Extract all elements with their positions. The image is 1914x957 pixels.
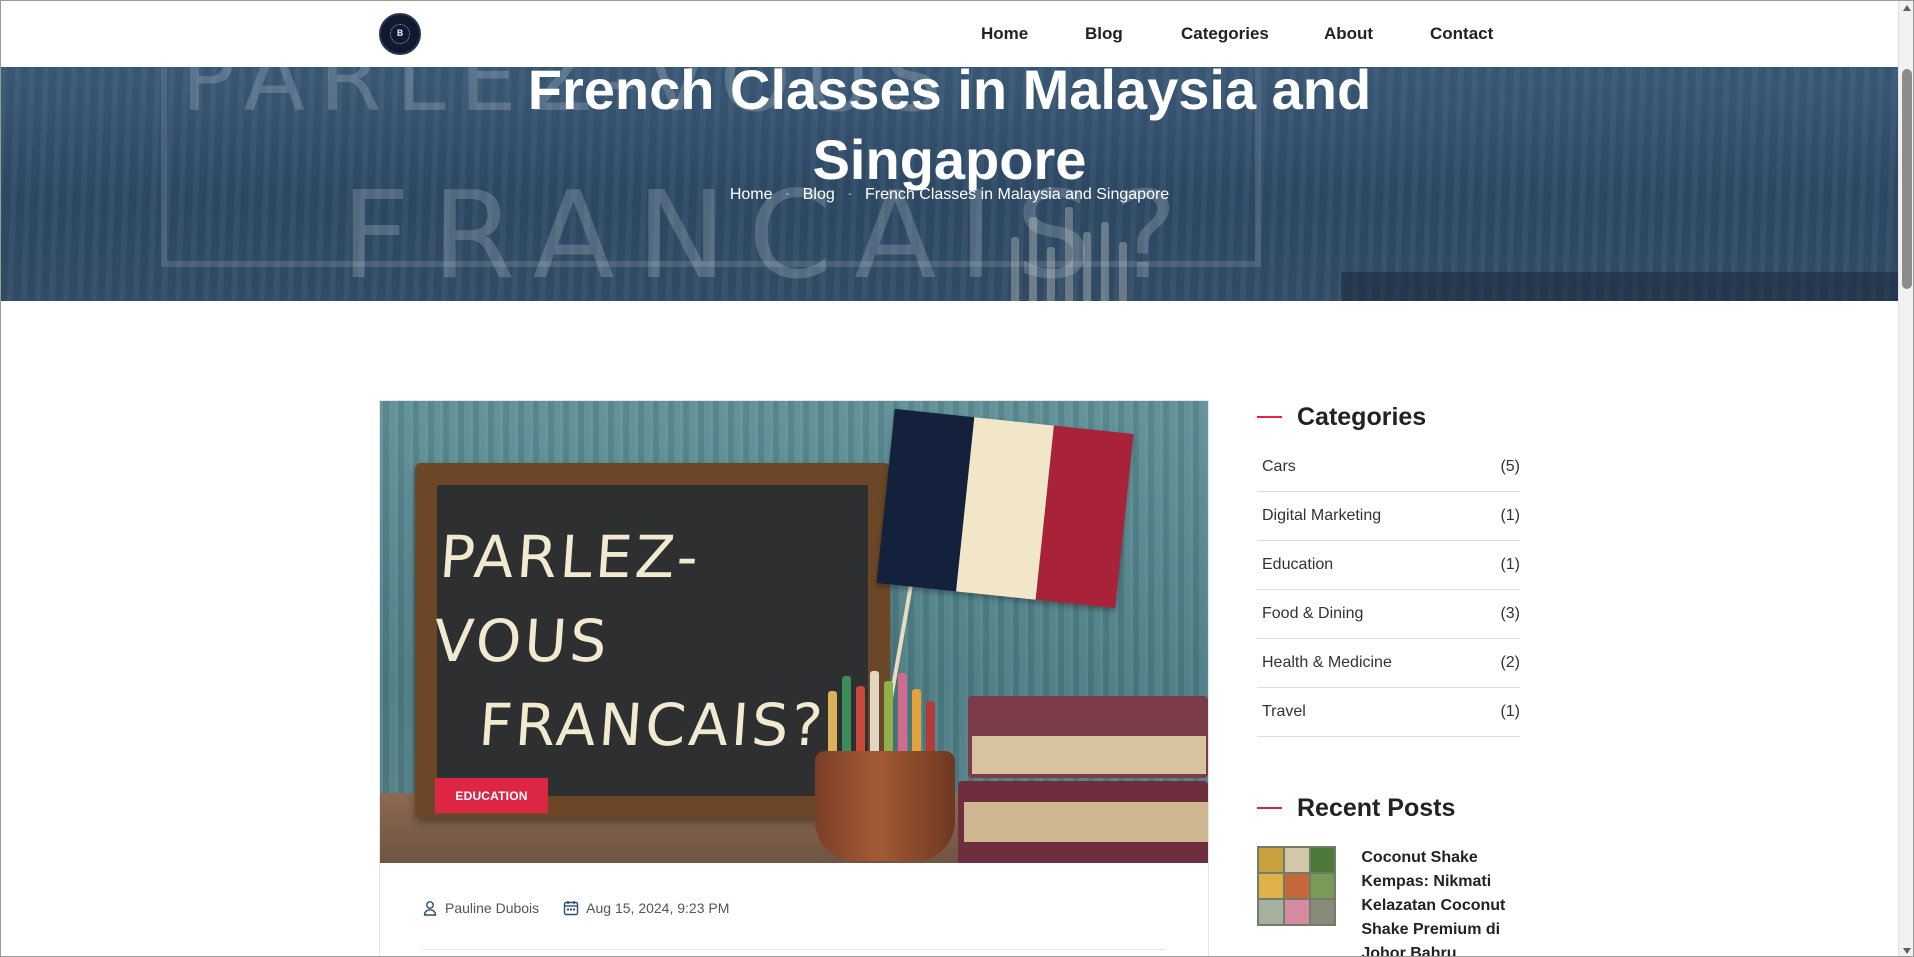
- category-item-education[interactable]: Education (1): [1257, 541, 1520, 590]
- image-chalkboard-surface: PARLEZ-VOUS FRANCAIS?: [432, 485, 868, 796]
- breadcrumb: Home - Blog - French Classes in Malaysia…: [1, 186, 1898, 204]
- recent-posts-heading: Recent Posts: [1297, 793, 1456, 822]
- breadcrumb-home-link[interactable]: Home: [730, 186, 773, 203]
- post-meta-divider: [422, 949, 1166, 950]
- post-author[interactable]: Pauline Dubois: [422, 900, 539, 916]
- category-item-cars[interactable]: Cars (5): [1257, 443, 1520, 492]
- breadcrumb-separator: -: [785, 189, 790, 201]
- site-logo[interactable]: B: [379, 13, 421, 55]
- category-item-travel[interactable]: Travel (1): [1257, 688, 1520, 737]
- logo-mark: B: [390, 24, 410, 44]
- breadcrumb-current: French Classes in Malaysia and Singapore: [865, 186, 1170, 203]
- post-date: Aug 15, 2024, 9:23 PM: [563, 900, 729, 916]
- categories-list: Cars (5) Digital Marketing (1) Education…: [1257, 443, 1520, 737]
- hero-shelf: [1341, 272, 1898, 301]
- recent-post-item[interactable]: Coconut Shake Kempas: Nikmati Kelazatan …: [1257, 846, 1520, 956]
- scroll-down-arrow-icon[interactable]: [1903, 948, 1911, 954]
- calendar-icon: [563, 901, 579, 916]
- image-french-flag: [876, 408, 1134, 609]
- page-title-line-2: Singapore: [812, 128, 1087, 191]
- category-item-health-medicine[interactable]: Health & Medicine (2): [1257, 639, 1520, 688]
- category-name: Health & Medicine: [1262, 654, 1392, 671]
- category-count: (1): [1500, 507, 1520, 524]
- image-pencil-pot: [815, 751, 955, 861]
- browser-viewport: PARLEZ-VOUS FRANCAIS? French Classes in …: [0, 0, 1914, 957]
- scrollbar-thumb[interactable]: [1902, 69, 1912, 289]
- post-author-name: Pauline Dubois: [445, 900, 540, 916]
- post-featured-image[interactable]: PARLEZ-VOUS FRANCAIS? EDUCATION: [380, 401, 1208, 863]
- post-meta: Pauline Dubois Aug 15, 2024, 9:23 PM: [422, 898, 753, 918]
- category-count: (1): [1500, 703, 1520, 720]
- category-name: Food & Dining: [1262, 605, 1364, 622]
- recent-posts-widget-title: Recent Posts: [1257, 791, 1520, 825]
- nav-home-link[interactable]: Home: [981, 24, 1028, 44]
- title-accent-dash: [1257, 807, 1282, 809]
- nav-categories-link[interactable]: Categories: [1181, 24, 1269, 44]
- image-books: [958, 696, 1208, 863]
- category-name: Education: [1262, 556, 1334, 573]
- page-scrollbar[interactable]: [1898, 1, 1913, 956]
- post-card: PARLEZ-VOUS FRANCAIS? EDUCATION Pauline …: [379, 400, 1209, 956]
- categories-widget-title: Categories: [1257, 400, 1520, 434]
- category-name: Digital Marketing: [1262, 507, 1382, 524]
- user-icon: [423, 901, 437, 916]
- breadcrumb-blog-link[interactable]: Blog: [803, 186, 835, 203]
- top-navbar: B Home Blog Categories About Contact: [1, 1, 1898, 67]
- page-title-line-1: French Classes in Malaysia and: [527, 67, 1372, 121]
- category-count: (2): [1500, 654, 1520, 671]
- scroll-up-arrow-icon[interactable]: [1903, 5, 1911, 11]
- nav-blog-link[interactable]: Blog: [1085, 24, 1123, 44]
- category-count: (3): [1500, 605, 1520, 622]
- category-name: Travel: [1262, 703, 1306, 720]
- hero-banner: PARLEZ-VOUS FRANCAIS? French Classes in …: [1, 67, 1898, 301]
- category-item-food-dining[interactable]: Food & Dining (3): [1257, 590, 1520, 639]
- page-title: French Classes in Malaysia and Singapore: [1, 67, 1898, 195]
- categories-heading: Categories: [1297, 402, 1427, 431]
- nav-about-link[interactable]: About: [1324, 24, 1373, 44]
- category-badge[interactable]: EDUCATION: [435, 778, 548, 813]
- recent-post-thumbnail[interactable]: [1257, 846, 1337, 926]
- category-name: Cars: [1262, 458, 1296, 475]
- image-chalk-line-1: PARLEZ-VOUS: [431, 522, 704, 675]
- recent-post-title[interactable]: Coconut Shake Kempas: Nikmati Kelazatan …: [1361, 846, 1520, 956]
- title-accent-dash: [1257, 416, 1282, 418]
- nav-contact-link[interactable]: Contact: [1430, 24, 1493, 44]
- category-count: (1): [1500, 556, 1520, 573]
- category-item-digital-marketing[interactable]: Digital Marketing (1): [1257, 492, 1520, 541]
- image-chalk-line-2: FRANCAIS?: [476, 690, 829, 759]
- image-pencils: [820, 671, 950, 761]
- breadcrumb-separator: -: [848, 189, 852, 201]
- category-count: (5): [1500, 458, 1520, 475]
- post-date-text: Aug 15, 2024, 9:23 PM: [586, 900, 730, 916]
- sidebar: Categories Cars (5) Digital Marketing (1…: [1257, 400, 1520, 956]
